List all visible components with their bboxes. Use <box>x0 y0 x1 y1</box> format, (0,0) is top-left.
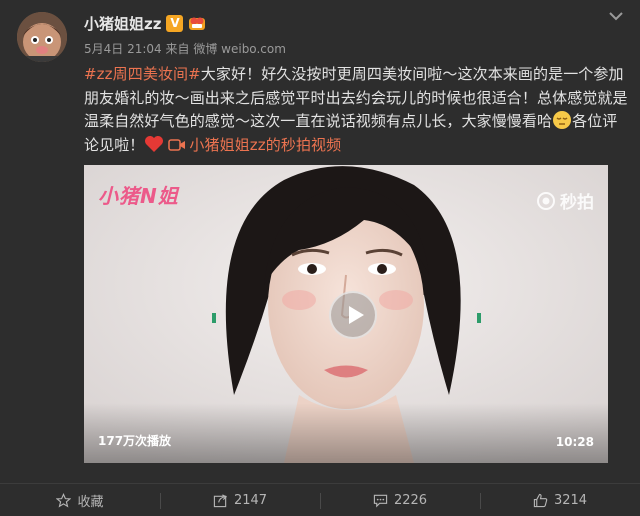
comment-icon <box>373 494 388 507</box>
timestamp[interactable]: 5月4日 21:04 <box>84 42 162 56</box>
like-button[interactable]: 3214 <box>480 484 640 516</box>
video-player[interactable]: 小猪N姐 秒拍 177万次播放 10:28 <box>84 165 608 463</box>
post-text: #zz周四美妆间#大家好！好久没按时更周四美妆间啦～这次本来画的是一个参加朋友婚… <box>84 63 632 157</box>
source-prefix: 来自 <box>165 42 190 56</box>
fan-group-icon[interactable] <box>188 15 206 32</box>
star-icon <box>56 492 72 507</box>
verified-icon[interactable]: V <box>166 15 184 32</box>
sleepy-face-icon <box>553 111 572 129</box>
avatar[interactable] <box>17 12 67 62</box>
heart-icon <box>145 135 164 152</box>
video-link[interactable]: 小猪姐姐zz的秒拍视频 <box>189 136 341 154</box>
repost-button[interactable]: 2147 <box>160 484 320 516</box>
miaopai-watermark: 秒拍 <box>536 188 594 213</box>
video-duration: 10:28 <box>555 435 594 449</box>
comment-button[interactable]: 2226 <box>320 484 480 516</box>
play-count: 177万次播放 <box>98 434 172 448</box>
share-icon <box>213 493 228 507</box>
weibo-post: 小猪姐姐zz V 5月4日 21:04 来自 微博 weibo.com #zz周… <box>0 0 640 516</box>
avatar-image <box>17 12 67 62</box>
username-row: 小猪姐姐zz V <box>84 13 206 34</box>
thumbs-up-icon <box>533 493 548 507</box>
favorite-button[interactable]: 收藏 <box>0 484 160 516</box>
video-watermark: 小猪N姐 <box>98 184 179 208</box>
post-meta: 5月4日 21:04 来自 微博 weibo.com <box>84 40 286 57</box>
comment-count: 2226 <box>393 492 428 508</box>
hashtag-link[interactable]: #zz周四美妆间# <box>84 65 201 83</box>
action-bar: 收藏 2147 2226 3214 <box>0 483 640 516</box>
source-link[interactable]: 微博 weibo.com <box>193 42 286 56</box>
play-icon[interactable] <box>329 291 377 339</box>
favorite-label: 收藏 <box>77 494 104 510</box>
video-link-icon <box>168 138 186 151</box>
miaopai-label: 秒拍 <box>560 193 594 213</box>
miaopai-logo-icon <box>537 191 555 210</box>
username[interactable]: 小猪姐姐zz <box>84 13 161 34</box>
repost-count: 2147 <box>233 492 268 508</box>
like-count: 3214 <box>553 492 588 508</box>
chevron-down-icon[interactable] <box>606 8 626 24</box>
